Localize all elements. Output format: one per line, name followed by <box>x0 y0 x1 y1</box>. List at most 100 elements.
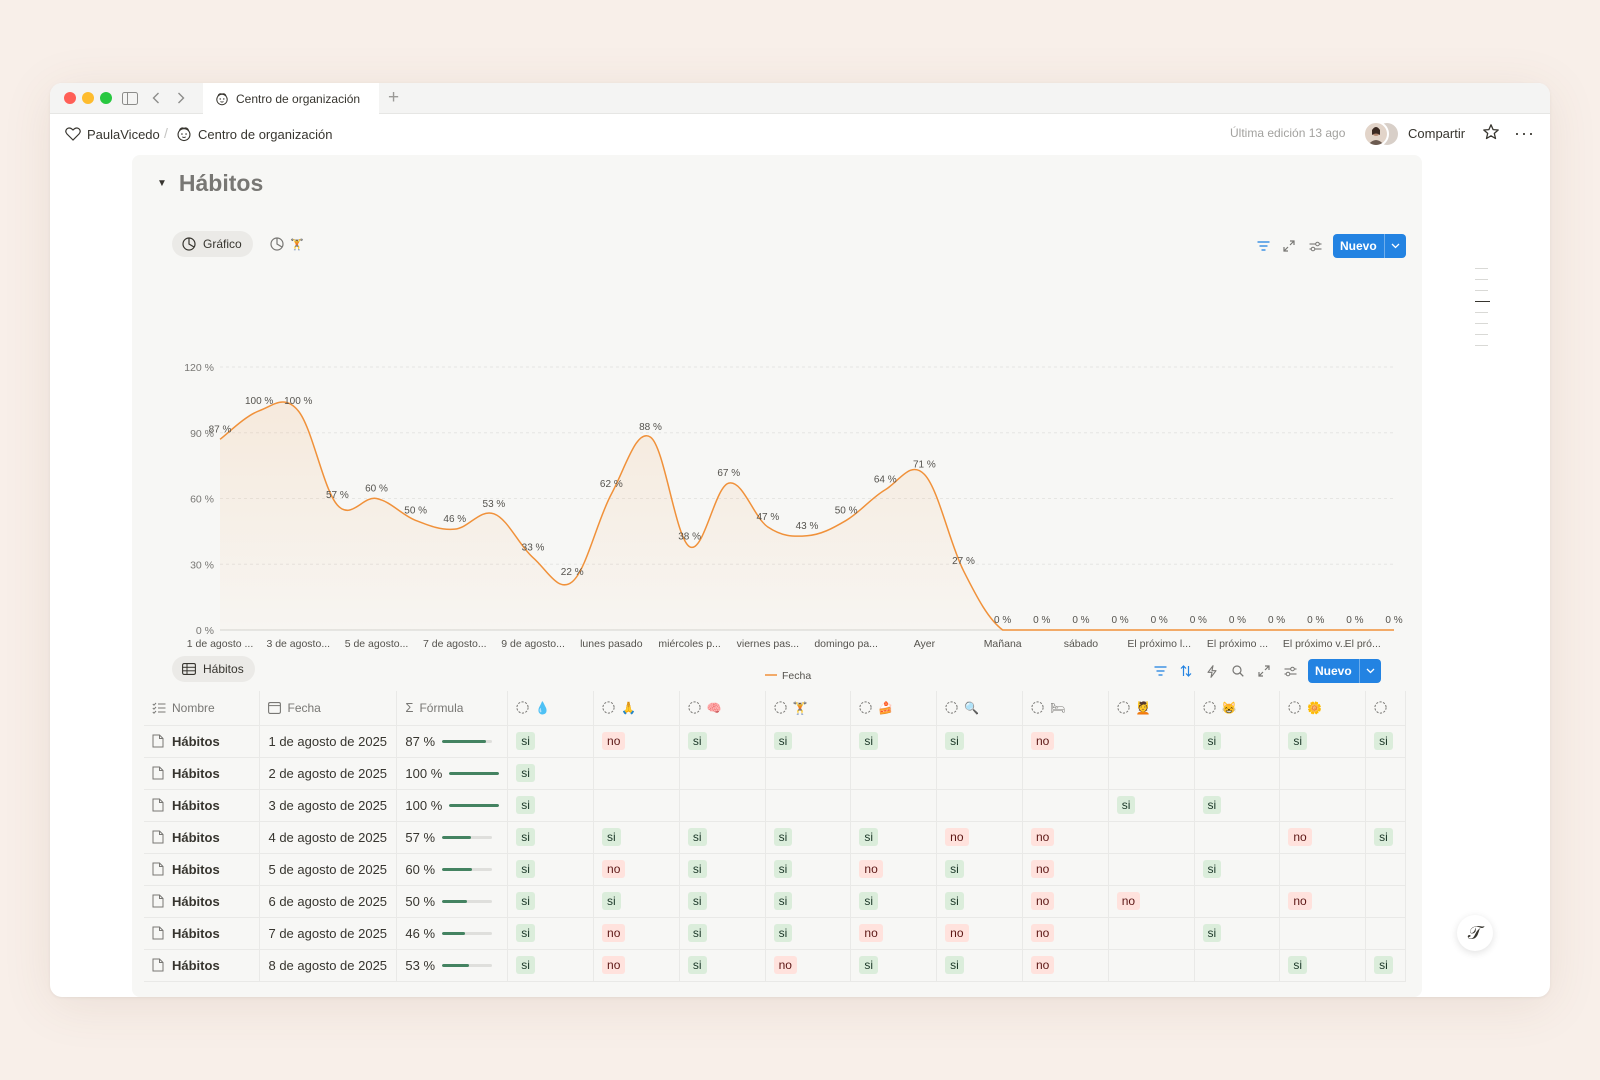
share-button[interactable]: Compartir <box>1408 126 1465 141</box>
forward-icon[interactable] <box>172 89 190 107</box>
habit-cell[interactable]: no <box>593 725 680 758</box>
habit-cell[interactable]: si <box>1365 821 1406 854</box>
chevron-down-icon[interactable] <box>1358 659 1381 683</box>
table-row[interactable]: Hábitos 8 de agosto de 2025 53 % si no si no si… <box>144 949 1406 982</box>
habit-cell[interactable]: no <box>593 917 680 950</box>
column-header[interactable]: 💆 <box>1108 691 1195 726</box>
habit-cell[interactable] <box>1108 757 1195 790</box>
habit-cell[interactable] <box>1365 917 1406 950</box>
habit-cell[interactable]: si <box>507 949 595 982</box>
habit-cell[interactable]: si <box>507 725 595 758</box>
habit-cell[interactable]: si <box>1194 789 1281 822</box>
column-header[interactable]: 💧 <box>507 691 595 726</box>
section-heading[interactable]: ▼ Hábitos <box>157 170 263 197</box>
habit-cell[interactable]: si <box>1194 725 1281 758</box>
maximize-window-button[interactable] <box>100 92 112 104</box>
habit-cell[interactable] <box>936 757 1023 790</box>
chevron-down-icon[interactable] <box>1383 234 1406 258</box>
habit-cell[interactable] <box>1108 821 1195 854</box>
outline-line[interactable] <box>1475 323 1488 324</box>
settings-sliders-icon[interactable] <box>1307 238 1323 254</box>
habit-cell[interactable] <box>679 757 766 790</box>
habit-cell[interactable] <box>850 757 938 790</box>
habit-cell[interactable]: si <box>1279 725 1367 758</box>
habit-cell[interactable] <box>1108 725 1195 758</box>
habit-cell[interactable] <box>1108 917 1195 950</box>
habit-cell[interactable]: no <box>1108 885 1195 918</box>
habit-cell[interactable] <box>679 789 766 822</box>
name-cell[interactable]: Hábitos <box>144 757 261 790</box>
habit-cell[interactable]: si <box>765 853 852 886</box>
tab-second-chart-view[interactable]: 🏋 <box>270 237 304 251</box>
help-button[interactable]: 𝒯 <box>1457 915 1493 951</box>
date-cell[interactable]: 4 de agosto de 2025 <box>259 821 398 854</box>
date-cell[interactable]: 1 de agosto de 2025 <box>259 725 398 758</box>
habit-cell[interactable]: si <box>936 949 1023 982</box>
sidebar-toggle-icon[interactable] <box>121 89 139 107</box>
habit-cell[interactable]: no <box>936 917 1023 950</box>
date-cell[interactable]: 2 de agosto de 2025 <box>259 757 398 790</box>
habit-cell[interactable]: si <box>507 885 595 918</box>
date-cell[interactable]: 3 de agosto de 2025 <box>259 789 398 822</box>
habit-cell[interactable]: no <box>1022 917 1109 950</box>
name-cell[interactable]: Hábitos <box>144 853 261 886</box>
tab-centro-de-organizacion[interactable]: Centro de organización <box>203 83 379 114</box>
habit-cell[interactable] <box>1279 853 1367 886</box>
habit-cell[interactable]: si <box>850 885 938 918</box>
habit-cell[interactable]: si <box>1279 949 1367 982</box>
new-chart-entry-button[interactable]: Nuevo <box>1333 234 1406 258</box>
habit-cell[interactable]: si <box>936 885 1023 918</box>
close-window-button[interactable] <box>64 92 76 104</box>
habit-cell[interactable] <box>765 789 852 822</box>
habit-cell[interactable]: si <box>850 949 938 982</box>
table-row[interactable]: Hábitos 3 de agosto de 2025 100 % si si si <box>144 789 1406 822</box>
habit-cell[interactable]: si <box>679 821 766 854</box>
habit-cell[interactable] <box>936 789 1023 822</box>
outline-line[interactable] <box>1475 334 1488 335</box>
habit-cell[interactable]: si <box>679 853 766 886</box>
habit-cell[interactable] <box>1022 757 1109 790</box>
habit-cell[interactable]: no <box>1022 885 1109 918</box>
avatar[interactable] <box>1363 121 1389 147</box>
table-row[interactable]: Hábitos 7 de agosto de 2025 46 % si no si si no… <box>144 917 1406 950</box>
outline-line-active[interactable] <box>1475 301 1490 302</box>
habit-cell[interactable]: no <box>936 821 1023 854</box>
habit-cell[interactable]: si <box>765 725 852 758</box>
column-header[interactable] <box>1365 691 1406 726</box>
habit-cell[interactable] <box>1365 757 1406 790</box>
habit-cell[interactable] <box>593 789 680 822</box>
habit-cell[interactable] <box>593 757 680 790</box>
habit-cell[interactable]: no <box>850 853 938 886</box>
habit-cell[interactable]: si <box>507 853 595 886</box>
column-header[interactable]: 🔍 <box>936 691 1023 726</box>
habit-cell[interactable] <box>1365 853 1406 886</box>
table-row[interactable]: Hábitos 6 de agosto de 2025 50 % si si si si si… <box>144 885 1406 918</box>
column-header[interactable]: 🛏 <box>1022 691 1109 726</box>
date-cell[interactable]: 5 de agosto de 2025 <box>259 853 398 886</box>
habit-cell[interactable]: si <box>1194 917 1281 950</box>
outline-line[interactable] <box>1475 312 1488 313</box>
column-header[interactable]: 🌼 <box>1279 691 1367 726</box>
habit-cell[interactable]: si <box>679 885 766 918</box>
date-cell[interactable]: 7 de agosto de 2025 <box>259 917 398 950</box>
tab-grafico-view[interactable]: Gráfico <box>172 231 253 257</box>
habit-cell[interactable] <box>1108 853 1195 886</box>
habit-cell[interactable]: si <box>765 821 852 854</box>
table-row[interactable]: Hábitos 5 de agosto de 2025 60 % si no si si no… <box>144 853 1406 886</box>
habit-cell[interactable] <box>1194 821 1281 854</box>
outline-line[interactable] <box>1475 279 1488 280</box>
date-cell[interactable]: 8 de agosto de 2025 <box>259 949 398 982</box>
search-icon[interactable] <box>1230 663 1246 679</box>
habit-cell[interactable]: si <box>679 949 766 982</box>
outline-line[interactable] <box>1475 345 1488 346</box>
habit-cell[interactable]: si <box>679 725 766 758</box>
name-cell[interactable]: Hábitos <box>144 917 261 950</box>
habit-cell[interactable]: si <box>936 725 1023 758</box>
habit-cell[interactable]: si <box>507 757 595 790</box>
collapse-toggle-icon[interactable]: ▼ <box>157 178 167 189</box>
habit-cell[interactable] <box>1279 789 1367 822</box>
habit-cell[interactable]: no <box>1022 949 1109 982</box>
settings-sliders-icon[interactable] <box>1282 663 1298 679</box>
habit-cell[interactable] <box>850 789 938 822</box>
table-row[interactable]: Hábitos 1 de agosto de 2025 87 % si no si si si… <box>144 725 1406 758</box>
